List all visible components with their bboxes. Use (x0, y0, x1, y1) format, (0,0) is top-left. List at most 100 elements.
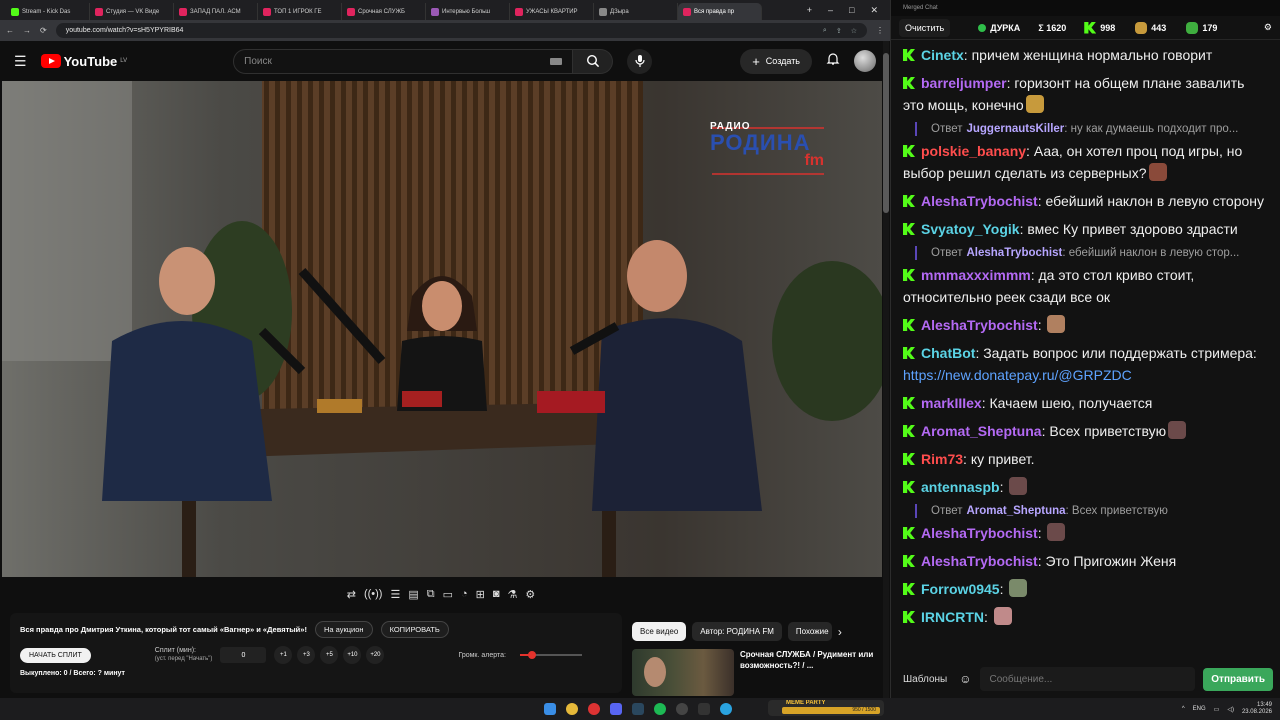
increment-button[interactable]: +3 (297, 646, 316, 664)
clip-icon[interactable]: ▤ (408, 588, 418, 601)
star-icon[interactable]: ☆ (851, 27, 857, 35)
discord-icon[interactable] (610, 703, 622, 715)
chat-username[interactable]: markIIIex (921, 395, 982, 411)
chat-username[interactable]: Rim73 (921, 451, 963, 467)
audio-icon[interactable]: ((•)) (364, 588, 383, 600)
chat-username[interactable]: Cinetx (921, 47, 964, 63)
increment-button[interactable]: +1 (274, 646, 293, 664)
extensions-icon[interactable]: ⋮ (876, 26, 884, 35)
chat-username[interactable]: IRNCRTN (921, 609, 984, 625)
browser-tab[interactable]: Интервью Больш (426, 3, 510, 20)
chat-username[interactable]: ChatBot (921, 345, 975, 361)
split-minutes-input[interactable]: 0 (220, 647, 267, 663)
screenshot-icon[interactable]: ◙ (493, 588, 500, 600)
volume-thumb[interactable] (528, 651, 537, 659)
related-video-card[interactable]: Срочная СЛУЖБА / Рудимент или возможност… (632, 649, 882, 696)
app-icon[interactable] (698, 703, 710, 715)
account-avatar[interactable] (854, 50, 876, 72)
volume-icon[interactable]: ◁) (1227, 706, 1234, 713)
browser-tab[interactable]: Stream - Kick Das (6, 3, 90, 20)
flask-icon[interactable]: ⚗ (508, 588, 518, 601)
chip-author[interactable]: Автор: РОДИНА FM (692, 622, 782, 641)
chat-username[interactable]: AleshaTrybochist (921, 193, 1038, 209)
chrome-icon[interactable] (566, 703, 578, 715)
chat-username[interactable]: polskie_banany (921, 143, 1026, 159)
obs-icon[interactable] (676, 703, 688, 715)
chat-username[interactable]: barreljumper (921, 75, 1007, 91)
share-icon[interactable]: ⇪ (836, 27, 842, 35)
new-tab-icon[interactable]: + (807, 5, 812, 16)
chat-username[interactable]: AleshaTrybochist (921, 317, 1038, 333)
volume-slider[interactable] (519, 651, 582, 659)
chat-username[interactable]: AleshaTrybochist (921, 553, 1038, 569)
chat-username[interactable]: mmmaxxximmm (921, 267, 1031, 283)
reply-user[interactable]: JuggernautsKiller (966, 123, 1064, 135)
address-bar[interactable]: youtube.com/watch?v=sH5YPYRIB64 ⌕ ⇪ ☆ (55, 23, 867, 38)
opera-icon[interactable] (588, 703, 600, 715)
increment-button[interactable]: +20 (366, 646, 385, 664)
related-title[interactable]: Срочная СЛУЖБА / Рудимент или возможност… (740, 649, 882, 696)
scrollbar-thumb[interactable] (883, 53, 889, 213)
network-icon[interactable]: ▭ (1214, 706, 1220, 713)
chat-username[interactable]: Forrow0945 (921, 581, 1000, 597)
chat-username[interactable]: AleshaTrybochist (921, 525, 1038, 541)
keyboard-icon[interactable] (550, 57, 563, 65)
speed-icon[interactable]: ◔ (461, 588, 468, 600)
auction-button[interactable]: На аукцион (314, 621, 373, 638)
steam-icon[interactable] (632, 703, 644, 715)
increment-button[interactable]: +10 (343, 646, 362, 664)
loop-icon[interactable]: ⇄ (347, 588, 356, 601)
browser-tab[interactable]: ДЗыра (594, 3, 678, 20)
browser-tab[interactable]: Срочная СЛУЖБ (342, 3, 426, 20)
chevron-right-icon[interactable]: › (838, 625, 842, 639)
chat-settings-icon[interactable]: ⚙ (1264, 22, 1272, 33)
chat-username[interactable]: Svyatoy_Yogik (921, 221, 1020, 237)
video-player[interactable]: РАДИО РОДИНА fm (2, 81, 882, 577)
browser-tab[interactable]: УЖАСЫ КВАРТИР (510, 3, 594, 20)
add-box-icon[interactable]: ⊞ (476, 588, 485, 601)
close-icon[interactable]: ✕ (870, 5, 878, 16)
clock[interactable]: 13:49 23.08.2026 (1242, 702, 1272, 716)
reply-user[interactable]: Aromat_Sheptuna (966, 505, 1065, 517)
chip-all[interactable]: Все видео (632, 622, 687, 641)
back-icon[interactable]: ← (6, 26, 14, 35)
browser-tab[interactable]: ТОП 1 ИГРОК ГЕ (258, 3, 342, 20)
send-button[interactable]: Отправить (1203, 667, 1273, 691)
create-button[interactable]: + Создать (740, 48, 812, 74)
theater-icon[interactable]: ▭ (443, 588, 453, 601)
playlist-icon[interactable]: ☰ (390, 588, 400, 601)
pip-icon[interactable]: ⧉ (427, 588, 435, 601)
related-thumbnail[interactable] (632, 649, 734, 696)
language-indicator[interactable]: ENG (1193, 706, 1206, 712)
templates-button[interactable]: Шаблоны (899, 674, 951, 685)
clear-button[interactable]: Очистить (899, 18, 951, 37)
settings-icon[interactable]: ⚙ (525, 588, 535, 601)
voice-search-button[interactable] (627, 48, 653, 74)
maximize-icon[interactable]: □ (849, 5, 854, 16)
zoom-icon[interactable]: ⌕ (823, 27, 827, 35)
spotify-icon[interactable] (654, 703, 666, 715)
copy-button[interactable]: КОПИРОВАТЬ (380, 621, 449, 638)
windows-start-icon[interactable] (544, 703, 556, 715)
page-scrollbar[interactable] (883, 41, 889, 698)
chat-username[interactable]: Aromat_Sheptuna (921, 423, 1042, 439)
browser-tab[interactable]: Студия — VK Виде (90, 3, 174, 20)
forward-icon[interactable]: → (23, 26, 31, 35)
message-input[interactable]: Сообщение... (979, 667, 1196, 691)
menu-icon[interactable]: ☰ (14, 53, 27, 70)
chat-username[interactable]: antennaspb (921, 479, 1000, 495)
minimize-icon[interactable]: – (828, 5, 833, 16)
chip-similar[interactable]: Похожие (787, 622, 832, 641)
youtube-logo[interactable]: YouTube LV (40, 54, 127, 69)
browser-tab[interactable]: Вся правда пр (678, 3, 762, 20)
search-input[interactable]: Поиск (233, 48, 574, 74)
browser-tab[interactable]: ЗАПАД ПАЛ. АСМ (174, 3, 258, 20)
search-button[interactable] (573, 48, 614, 74)
telegram-icon[interactable] (720, 703, 732, 715)
reload-icon[interactable]: ⟳ (40, 26, 47, 35)
chat-link[interactable]: https://new.donatepay.ru/@GRPZDC (903, 367, 1132, 383)
notifications-icon[interactable] (826, 52, 840, 71)
increment-button[interactable]: +5 (320, 646, 339, 664)
tray-up-icon[interactable]: ^ (1182, 706, 1185, 712)
start-split-button[interactable]: НАЧАТЬ СПЛИТ (20, 647, 91, 663)
